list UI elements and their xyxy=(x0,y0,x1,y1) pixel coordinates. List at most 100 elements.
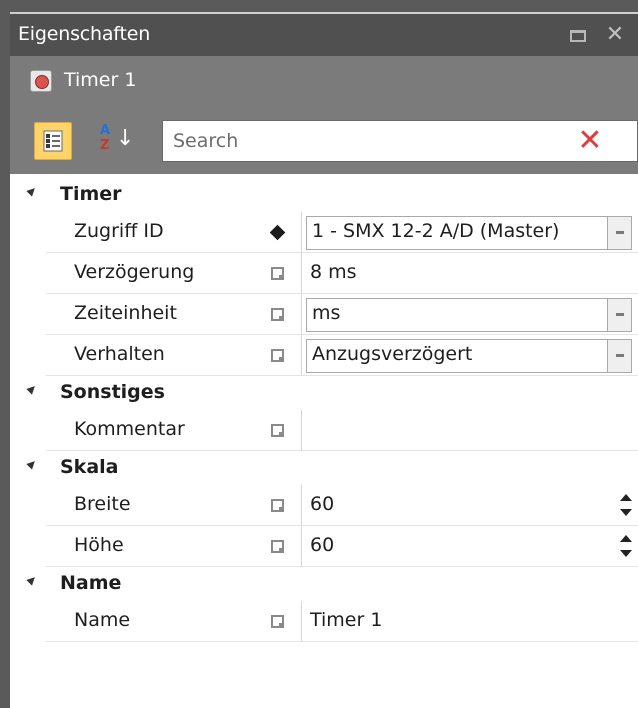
search-input[interactable] xyxy=(173,128,553,154)
property-value-cell[interactable]: 60 xyxy=(302,526,638,567)
category-name[interactable]: Name xyxy=(10,567,638,601)
selected-object-bar: Timer 1 xyxy=(10,56,638,108)
close-icon[interactable]: ✕ xyxy=(602,21,628,49)
maximize-icon[interactable] xyxy=(570,30,586,42)
search-box: ✕ xyxy=(162,120,638,162)
property-name: Verhalten xyxy=(74,343,165,365)
property-value[interactable]: 60 xyxy=(310,493,334,515)
category-label: Skala xyxy=(60,456,119,478)
collapse-triangle-icon[interactable] xyxy=(26,458,38,470)
property-row-hoehe[interactable]: Höhe 60 xyxy=(10,526,638,567)
property-grid: Timer Zugriff ID 1 - SMX 12-2 A/D (Maste… xyxy=(10,178,638,642)
verhalten-dropdown[interactable]: Anzugsverzögert xyxy=(306,339,632,373)
property-marker-icon[interactable] xyxy=(271,499,284,512)
row-gutter xyxy=(10,410,46,451)
property-marker-cell xyxy=(252,410,302,451)
property-value-cell: 1 - SMX 12-2 A/D (Master) xyxy=(302,212,638,253)
property-marker-icon[interactable] xyxy=(271,267,284,280)
window-frame: Eigenschaften ✕ Timer 1 A Z ↓ Search ✕ T… xyxy=(0,0,638,708)
property-value-cell[interactable]: 60 xyxy=(302,485,638,526)
property-value-cell[interactable] xyxy=(302,410,638,451)
property-name: Verzögerung xyxy=(74,261,195,283)
property-value-cell[interactable]: 8 ms xyxy=(302,253,638,294)
property-marker-icon[interactable] xyxy=(271,424,284,437)
property-name-cell: Verzögerung xyxy=(46,253,252,294)
property-marker-cell xyxy=(252,335,302,376)
collapse-triangle-icon[interactable] xyxy=(26,383,38,395)
sort-z-glyph: Z xyxy=(100,138,110,153)
property-name: Höhe xyxy=(74,534,124,556)
property-row-breite[interactable]: Breite 60 xyxy=(10,485,638,526)
panel-title: Eigenschaften xyxy=(18,23,151,45)
diamond-marker-icon[interactable] xyxy=(269,224,286,241)
property-name: Name xyxy=(74,609,131,631)
property-name-cell: Verhalten xyxy=(46,335,252,376)
property-name: Zugriff ID xyxy=(74,220,164,242)
selected-object-name: Timer 1 xyxy=(64,69,137,91)
property-value[interactable]: Timer 1 xyxy=(310,609,382,631)
dropdown-value: Anzugsverzögert xyxy=(312,343,473,365)
property-value-cell[interactable]: Timer 1 xyxy=(302,601,638,642)
row-gutter xyxy=(10,212,46,253)
spin-up-icon[interactable] xyxy=(620,494,632,501)
category-skala[interactable]: Skala xyxy=(10,451,638,485)
row-gutter xyxy=(10,526,46,567)
row-gutter xyxy=(10,253,46,294)
row-gutter xyxy=(10,601,46,642)
category-label: Sonstiges xyxy=(60,381,165,403)
spin-up-icon[interactable] xyxy=(620,535,632,542)
property-marker-cell xyxy=(252,601,302,642)
dropdown-value: 1 - SMX 12-2 A/D (Master) xyxy=(312,220,560,242)
property-marker-icon[interactable] xyxy=(271,308,284,321)
zeiteinheit-dropdown[interactable]: ms xyxy=(306,298,632,332)
spinner-icon[interactable] xyxy=(620,494,632,516)
collapse-triangle-icon[interactable] xyxy=(26,574,38,586)
property-name-cell: Kommentar xyxy=(46,410,252,451)
property-row-zeiteinheit[interactable]: Zeiteinheit ms xyxy=(10,294,638,335)
properties-panel: Eigenschaften ✕ Timer 1 A Z ↓ Search ✕ T… xyxy=(10,12,638,708)
spin-down-icon[interactable] xyxy=(620,509,632,516)
dropdown-arrow-icon[interactable] xyxy=(607,340,631,372)
property-marker-cell xyxy=(252,212,302,253)
property-row-zugriff-id[interactable]: Zugriff ID 1 - SMX 12-2 A/D (Master) xyxy=(10,212,638,253)
sort-a-glyph: A xyxy=(100,123,111,138)
property-name-cell: Höhe xyxy=(46,526,252,567)
row-gutter xyxy=(10,485,46,526)
property-row-verhalten[interactable]: Verhalten Anzugsverzögert xyxy=(10,335,638,376)
timer-icon xyxy=(30,70,52,92)
property-marker-cell xyxy=(252,253,302,294)
category-timer[interactable]: Timer xyxy=(10,178,638,212)
spin-down-icon[interactable] xyxy=(620,550,632,557)
dropdown-arrow-icon[interactable] xyxy=(607,299,631,331)
property-value[interactable]: 8 ms xyxy=(310,261,357,283)
dropdown-arrow-icon[interactable] xyxy=(607,217,631,249)
property-row-name[interactable]: Name Timer 1 xyxy=(10,601,638,642)
collapse-triangle-icon[interactable] xyxy=(26,185,38,197)
property-row-verzoegerung[interactable]: Verzögerung 8 ms xyxy=(10,253,638,294)
property-name: Kommentar xyxy=(74,418,185,440)
property-value-cell: Anzugsverzögert xyxy=(302,335,638,376)
clear-search-icon[interactable]: ✕ xyxy=(573,123,607,159)
categorized-view-icon xyxy=(43,130,63,152)
property-marker-cell xyxy=(252,485,302,526)
property-marker-cell xyxy=(252,526,302,567)
category-label: Timer xyxy=(60,183,122,205)
property-marker-icon[interactable] xyxy=(271,540,284,553)
zugriff-id-dropdown[interactable]: 1 - SMX 12-2 A/D (Master) xyxy=(306,216,632,250)
dropdown-value: ms xyxy=(312,302,341,324)
property-marker-cell xyxy=(252,294,302,335)
property-name: Zeiteinheit xyxy=(74,302,177,324)
property-name-cell: Zugriff ID xyxy=(46,212,252,253)
property-row-kommentar[interactable]: Kommentar xyxy=(10,410,638,451)
alphabetical-sort-button[interactable]: A Z ↓ xyxy=(86,122,134,160)
row-gutter xyxy=(10,335,46,376)
property-name-cell: Breite xyxy=(46,485,252,526)
categorized-view-button[interactable] xyxy=(34,122,72,160)
row-gutter xyxy=(10,294,46,335)
category-sonstiges[interactable]: Sonstiges xyxy=(10,376,638,410)
spinner-icon[interactable] xyxy=(620,535,632,557)
property-name-cell: Name xyxy=(46,601,252,642)
property-marker-icon[interactable] xyxy=(271,349,284,362)
property-marker-icon[interactable] xyxy=(271,615,284,628)
property-value[interactable]: 60 xyxy=(310,534,334,556)
